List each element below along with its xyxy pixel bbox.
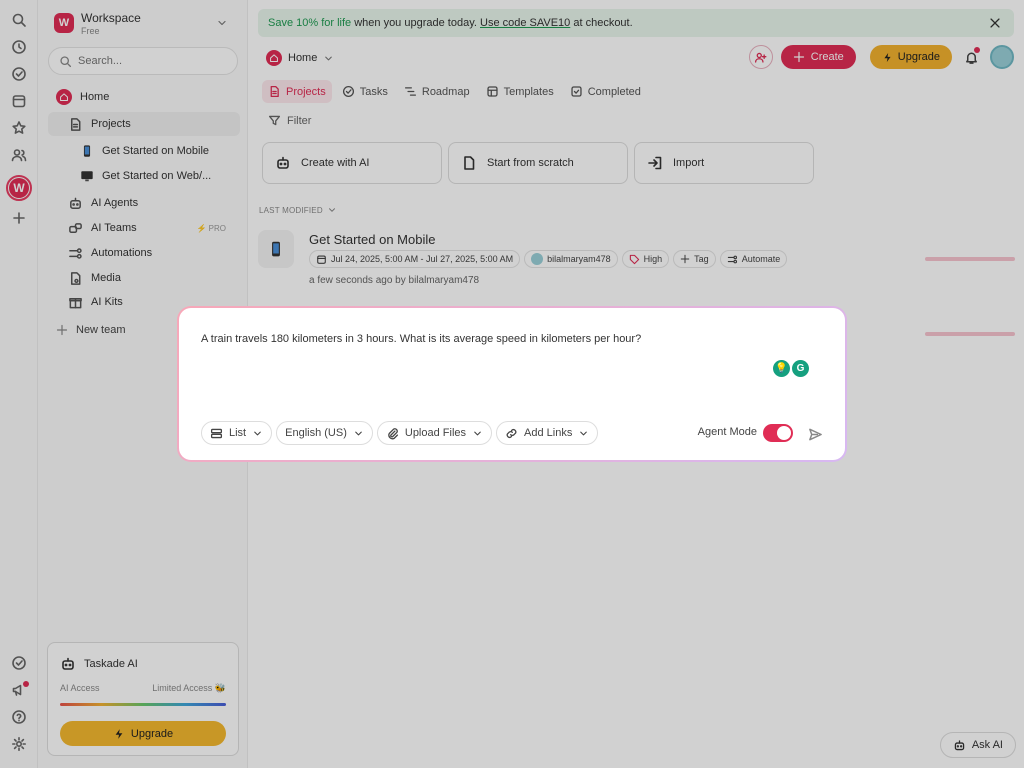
upload-files-button[interactable]: Upload Files <box>376 421 493 445</box>
link-icon <box>506 428 517 438</box>
lightbulb-icon[interactable]: 💡 <box>773 360 790 377</box>
chevron-down-icon <box>254 431 261 435</box>
chevron-down-icon <box>474 431 481 435</box>
view-type-dropdown[interactable]: List <box>201 421 273 445</box>
paperclip-icon <box>388 427 398 439</box>
send-icon[interactable] <box>808 427 823 442</box>
prompt-input[interactable]: A train travels 180 kilometers in 3 hour… <box>201 332 811 352</box>
prompt-options: List English (US) Upload Files Add Links <box>201 421 599 445</box>
grammarly-icon[interactable]: G <box>792 360 809 377</box>
list-icon <box>210 428 223 438</box>
chevron-down-icon <box>580 431 588 435</box>
ai-prompt-dialog: A train travels 180 kilometers in 3 hour… <box>177 306 847 462</box>
dialog-body: A train travels 180 kilometers in 3 hour… <box>179 308 845 460</box>
add-links-button[interactable]: Add Links <box>496 421 599 445</box>
agent-mode-label: Agent Mode <box>697 426 757 438</box>
language-dropdown[interactable]: English (US) <box>276 421 373 445</box>
grammarly-widget[interactable]: 💡 G <box>773 360 809 377</box>
agent-mode-toggle[interactable] <box>763 424 793 442</box>
chevron-down-icon <box>355 431 362 435</box>
